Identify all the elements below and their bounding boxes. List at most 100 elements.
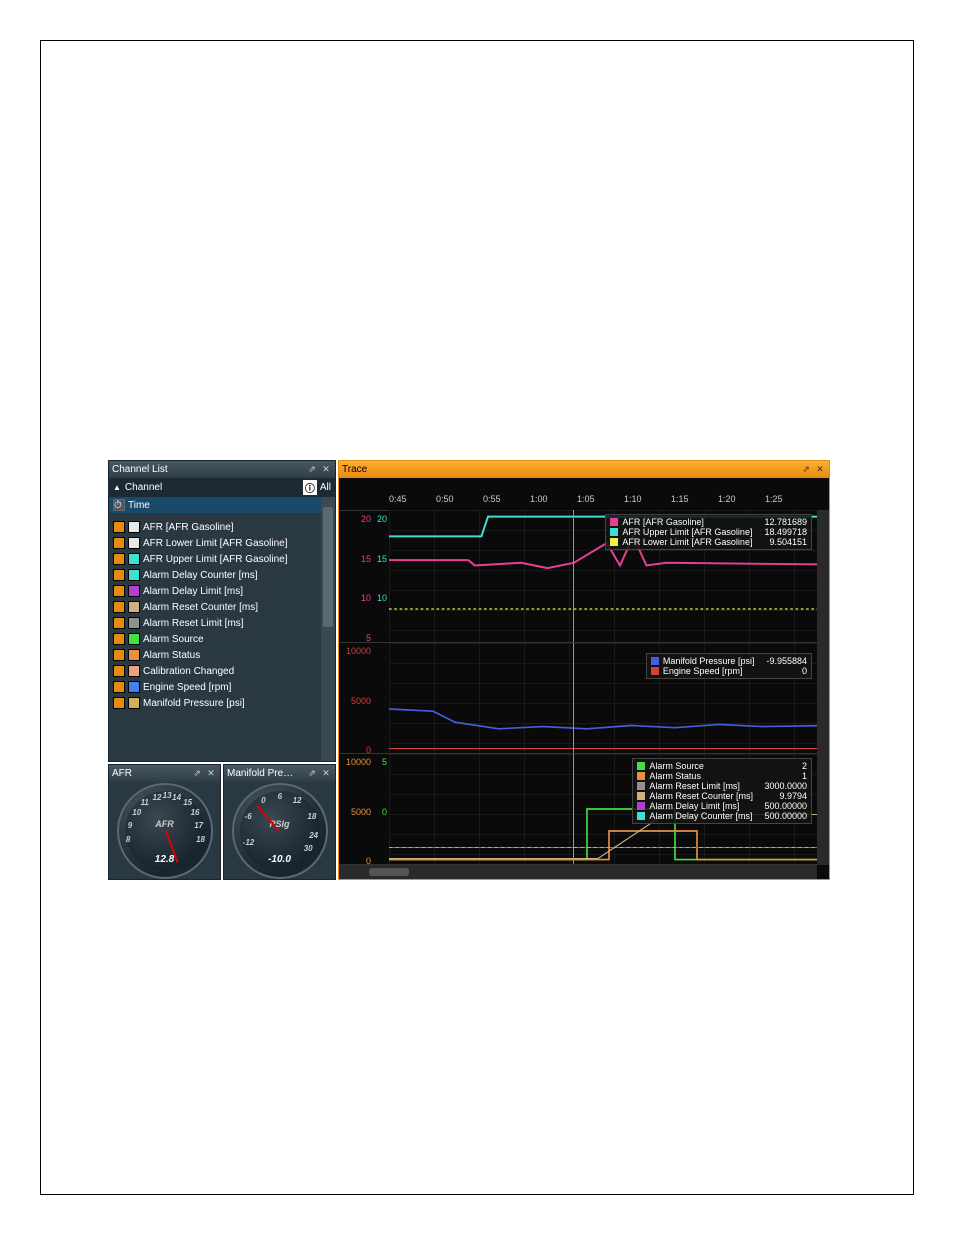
channel-color-icon bbox=[128, 569, 140, 581]
manifold-gauge-value: -10.0 bbox=[234, 854, 326, 865]
legend-name: Alarm Reset Counter [ms] bbox=[649, 791, 753, 801]
channel-scrollbar[interactable] bbox=[321, 497, 335, 761]
channel-row[interactable]: AFR Upper Limit [AFR Gasoline] bbox=[109, 551, 335, 567]
channel-row[interactable]: Alarm Delay Limit [ms] bbox=[109, 583, 335, 599]
channel-color-icon bbox=[128, 553, 140, 565]
y-tick: 5000 bbox=[351, 696, 371, 706]
channel-list-titlebar[interactable]: Channel List ⇗ ✕ bbox=[109, 461, 335, 478]
manifold-gauge-title: Manifold Pre… bbox=[227, 768, 304, 779]
channel-label: Alarm Reset Limit [ms] bbox=[143, 618, 244, 629]
legend-color-icon bbox=[651, 657, 659, 665]
legend-color-icon bbox=[637, 762, 645, 770]
channel-color-icon bbox=[128, 649, 140, 661]
channel-row[interactable]: Alarm Delay Counter [ms] bbox=[109, 567, 335, 583]
legend-color-icon bbox=[637, 782, 645, 790]
channel-row[interactable]: Alarm Source bbox=[109, 631, 335, 647]
legend-color-icon bbox=[610, 528, 618, 536]
channel-list-title: Channel List bbox=[112, 464, 304, 475]
legend-value: 18.499718 bbox=[756, 527, 807, 537]
channel-row[interactable]: AFR Lower Limit [AFR Gasoline] bbox=[109, 535, 335, 551]
channel-label: AFR Lower Limit [AFR Gasoline] bbox=[143, 538, 288, 549]
channel-row[interactable]: AFR [AFR Gasoline] bbox=[109, 519, 335, 535]
time-label: Time bbox=[128, 500, 150, 511]
channel-label: Engine Speed [rpm] bbox=[143, 682, 231, 693]
timeline[interactable]: 0:450:500:551:001:051:101:151:201:25 bbox=[339, 478, 829, 511]
legend-value: 0 bbox=[794, 666, 807, 676]
legend-row: Alarm Status1 bbox=[637, 771, 807, 781]
close-icon[interactable]: ✕ bbox=[814, 464, 826, 476]
channel-color-icon bbox=[128, 537, 140, 549]
y-tick: 15 bbox=[377, 554, 387, 564]
channel-label: Alarm Delay Limit [ms] bbox=[143, 586, 243, 597]
legend-name: AFR [AFR Gasoline] bbox=[622, 517, 704, 527]
time-tick: 1:25 bbox=[765, 494, 783, 504]
filter-all-label: All bbox=[320, 482, 331, 493]
channel-label: AFR [AFR Gasoline] bbox=[143, 522, 234, 533]
channel-swatch-icon bbox=[113, 601, 125, 613]
channel-row[interactable]: Engine Speed [rpm] bbox=[109, 679, 335, 695]
time-tick: 0:50 bbox=[436, 494, 454, 504]
legend-value: 500.00000 bbox=[756, 801, 807, 811]
close-icon[interactable]: ✕ bbox=[205, 768, 217, 780]
channel-list-header[interactable]: ▲ Channel ⓘ All bbox=[109, 478, 335, 497]
channel-swatch-icon bbox=[113, 649, 125, 661]
channel-swatch-icon bbox=[113, 569, 125, 581]
channel-row[interactable]: Alarm Reset Limit [ms] bbox=[109, 615, 335, 631]
channel-label: Alarm Source bbox=[143, 634, 204, 645]
channel-swatch-icon bbox=[113, 633, 125, 645]
plot-engine[interactable]: 1000050000 Manifold Pressure [psi]-9.955… bbox=[339, 643, 817, 754]
close-icon[interactable]: ✕ bbox=[320, 768, 332, 780]
close-icon[interactable]: ✕ bbox=[320, 464, 332, 476]
trace-area[interactable]: 0:450:500:551:001:051:101:151:201:25 201… bbox=[339, 478, 829, 879]
channel-color-icon bbox=[128, 665, 140, 677]
trace-title: Trace bbox=[342, 464, 798, 475]
channel-color-icon bbox=[128, 601, 140, 613]
time-tick: 1:20 bbox=[718, 494, 736, 504]
channel-row[interactable]: Alarm Status bbox=[109, 647, 335, 663]
sort-icon: ▲ bbox=[113, 483, 121, 492]
channel-row[interactable]: Alarm Reset Counter [ms] bbox=[109, 599, 335, 615]
popout-icon[interactable]: ⇗ bbox=[306, 768, 318, 780]
legend-value: 9.504151 bbox=[761, 537, 807, 547]
trace-panel: Trace ⇗ ✕ 0:450:500:551:001:051:101:151:… bbox=[338, 460, 830, 880]
legend-color-icon bbox=[637, 792, 645, 800]
popout-icon[interactable]: ⇗ bbox=[800, 464, 812, 476]
trace-titlebar[interactable]: Trace ⇗ ✕ bbox=[339, 461, 829, 478]
plot-afr[interactable]: 2015105201510 AFR [AFR Gasoline]12.78168… bbox=[339, 510, 817, 643]
trace-hscrollbar[interactable] bbox=[339, 865, 817, 879]
y-tick: 10000 bbox=[346, 757, 371, 767]
trace-vscrollbar[interactable] bbox=[817, 510, 829, 865]
y-tick: 5000 bbox=[351, 807, 371, 817]
legend-color-icon bbox=[651, 667, 659, 675]
legend-value: 12.781689 bbox=[756, 517, 807, 527]
afr-gauge-titlebar[interactable]: AFR ⇗ ✕ bbox=[109, 765, 220, 782]
channel-swatch-icon bbox=[113, 537, 125, 549]
channel-row[interactable]: Calibration Changed bbox=[109, 663, 335, 679]
time-row[interactable]: ⏱ Time bbox=[109, 497, 335, 513]
legend-value: 500.00000 bbox=[756, 811, 807, 821]
channel-list-body: ⏱ Time AFR [AFR Gasoline] AFR Lower Limit… bbox=[109, 497, 335, 761]
legend-row: AFR [AFR Gasoline] 12.781689 bbox=[610, 517, 807, 527]
y-tick: 10 bbox=[377, 593, 387, 603]
y-tick: 15 bbox=[361, 554, 371, 564]
popout-icon[interactable]: ⇗ bbox=[306, 464, 318, 476]
legend-name: Engine Speed [rpm] bbox=[663, 666, 743, 676]
plot-alarm[interactable]: 100005000050 Alarm Source2Alarm Status1A… bbox=[339, 754, 817, 865]
channel-label: Alarm Status bbox=[143, 650, 200, 661]
channel-color-icon bbox=[128, 521, 140, 533]
legend-name: Manifold Pressure [psi] bbox=[663, 656, 755, 666]
filter-badge[interactable]: ⓘ bbox=[303, 480, 317, 495]
legend-row: Alarm Delay Limit [ms]500.00000 bbox=[637, 801, 807, 811]
y-tick: 20 bbox=[377, 514, 387, 524]
channel-label: AFR Upper Limit [AFR Gasoline] bbox=[143, 554, 288, 565]
legend-name: Alarm Reset Limit [ms] bbox=[649, 781, 740, 791]
legend-color-icon bbox=[610, 538, 618, 546]
y-tick: 0 bbox=[382, 807, 387, 817]
popout-icon[interactable]: ⇗ bbox=[191, 768, 203, 780]
time-tick: 1:10 bbox=[624, 494, 642, 504]
time-tick: 1:15 bbox=[671, 494, 689, 504]
channel-color-icon bbox=[128, 697, 140, 709]
legend-value: 2 bbox=[794, 761, 807, 771]
manifold-gauge-titlebar[interactable]: Manifold Pre… ⇗ ✕ bbox=[224, 765, 335, 782]
channel-row[interactable]: Manifold Pressure [psi] bbox=[109, 695, 335, 711]
